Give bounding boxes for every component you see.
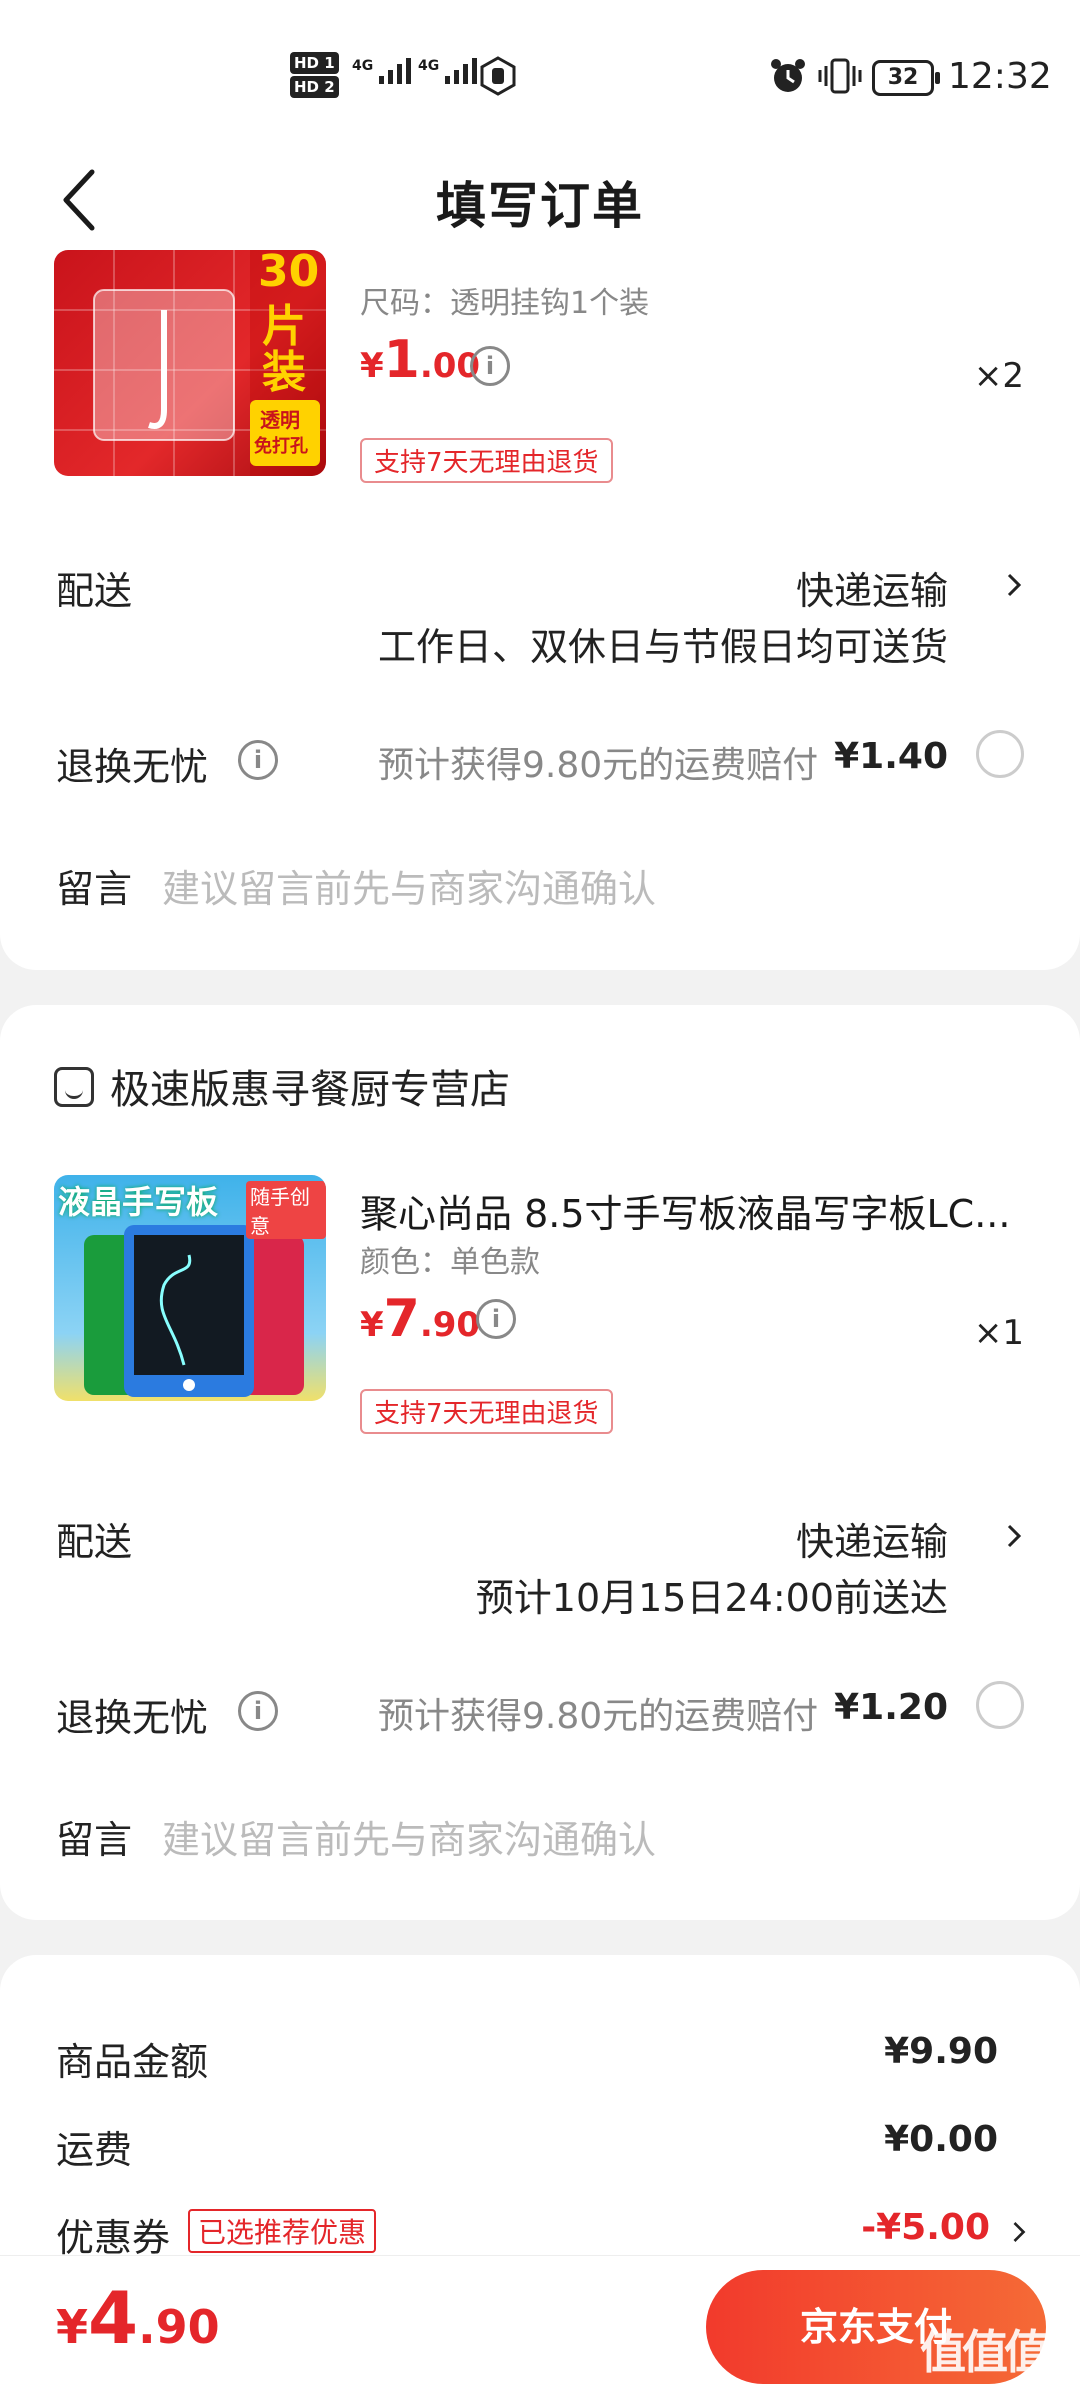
sim-indicators: HD 1 HD 2: [290, 52, 339, 100]
info-icon[interactable]: i: [238, 1691, 278, 1731]
goods-amount-value: ¥9.90: [884, 2031, 998, 2072]
worry-free-label: 退换无忧: [56, 745, 209, 789]
message-label: 留言: [56, 867, 133, 911]
product-title[interactable]: 聚心尚品 8.5寸手写板液晶写字板LC...: [360, 1183, 1020, 1238]
total-price: ¥4.90: [56, 2276, 220, 2360]
page-title: 填写订单: [436, 177, 644, 235]
bottom-bar: ¥4.90 京东支付 值值值: [0, 2255, 1080, 2400]
message-label: 留言: [56, 1818, 133, 1862]
sim2-badge: HD 2: [290, 76, 339, 98]
worry-free-label: 退换无忧: [56, 1696, 209, 1740]
order-summary: 商品金额 ¥9.90 运费 ¥0.00 优惠券 已选推荐优惠 -¥5.00: [0, 1955, 1080, 2260]
shop-icon: [54, 1067, 94, 1107]
shop-name[interactable]: 极速版惠寻餐厨专营店: [110, 1057, 510, 1115]
thumb-title: 液晶手写板: [58, 1183, 219, 1221]
tag-no-drill: 免打孔: [254, 436, 308, 457]
alarm-icon: [771, 59, 805, 92]
title-bar: 填写订单: [0, 140, 1080, 260]
order-card-2: 极速版惠寻餐厨专营店 液晶手写板 随手创意 聚心尚品 8.5寸手写板液晶写字板L…: [0, 1005, 1080, 1920]
thumb-tag: 随手创意: [246, 1181, 326, 1239]
product-price: ¥7.90: [360, 1289, 481, 1349]
goods-amount-label: 商品金额: [56, 2040, 209, 2084]
status-bar: HD 1 HD 2 4G 4G 32 12:32: [0, 0, 1080, 140]
battery-icon: 32: [872, 60, 940, 96]
worry-free-hint: 预计获得9.80元的运费赔付: [378, 745, 819, 786]
clock: 12:32: [948, 56, 1052, 97]
worry-free-fee: ¥1.20: [834, 1687, 948, 1728]
shipping-label: 运费: [56, 2128, 133, 2172]
delivery-method[interactable]: 快递运输: [796, 1511, 948, 1566]
product-spec: 尺码：透明挂钩1个装: [360, 286, 650, 321]
delivery-label: 配送: [56, 1520, 133, 1564]
delivery-method[interactable]: 快递运输: [796, 560, 948, 615]
product-quantity: ×1: [973, 1313, 1024, 1353]
product-spec: 颜色：单色款: [360, 1245, 540, 1280]
product-thumbnail-hook[interactable]: 30 片 装 透明 免打孔: [54, 250, 326, 476]
sim1-badge: HD 1: [290, 52, 339, 74]
vibrate-icon: [818, 58, 862, 94]
info-icon[interactable]: i: [476, 1299, 516, 1339]
info-icon[interactable]: i: [238, 740, 278, 780]
tag-transparent: 透明: [260, 408, 300, 432]
delivery-label: 配送: [56, 569, 133, 613]
coupon-value[interactable]: -¥5.00: [861, 2207, 990, 2248]
product-price: ¥1.00: [360, 330, 481, 390]
chevron-right-icon[interactable]: [1004, 1521, 1024, 1551]
worry-free-radio[interactable]: [976, 1681, 1024, 1729]
coupon-badge: 已选推荐优惠: [188, 2209, 377, 2253]
pack-label-2: 装: [262, 347, 306, 398]
order-card-1: 30 片 装 透明 免打孔 尺码：透明挂钩1个装 ¥1.00 i ×2 支持7天…: [0, 250, 1080, 970]
delivery-note: 工作日、双休日与节假日均可送货: [377, 625, 948, 669]
delivery-note: 预计10月15日24:00前送达: [475, 1576, 948, 1620]
worry-free-radio[interactable]: [976, 730, 1024, 778]
chevron-right-icon[interactable]: [1004, 570, 1024, 600]
shipping-value: ¥0.00: [884, 2119, 998, 2160]
signal-icon-2: 4G: [418, 58, 478, 84]
watermark: 值值值: [920, 2325, 1050, 2379]
message-input[interactable]: 建议留言前先与商家沟通确认: [162, 1809, 656, 1864]
product-thumbnail-tablet[interactable]: 液晶手写板 随手创意: [54, 1175, 326, 1401]
coupon-label: 优惠券: [56, 2216, 171, 2260]
hand-icon: [480, 56, 516, 96]
return-policy-badge: 支持7天无理由退货: [360, 438, 613, 483]
signal-icon: 4G: [352, 58, 412, 84]
product-quantity: ×2: [973, 356, 1024, 396]
worry-free-hint: 预计获得9.80元的运费赔付: [378, 1696, 819, 1737]
return-policy-badge: 支持7天无理由退货: [360, 1389, 613, 1434]
worry-free-fee: ¥1.40: [834, 736, 948, 777]
chevron-right-icon[interactable]: [1010, 2217, 1028, 2247]
message-input[interactable]: 建议留言前先与商家沟通确认: [162, 858, 656, 913]
info-icon[interactable]: i: [470, 346, 510, 386]
